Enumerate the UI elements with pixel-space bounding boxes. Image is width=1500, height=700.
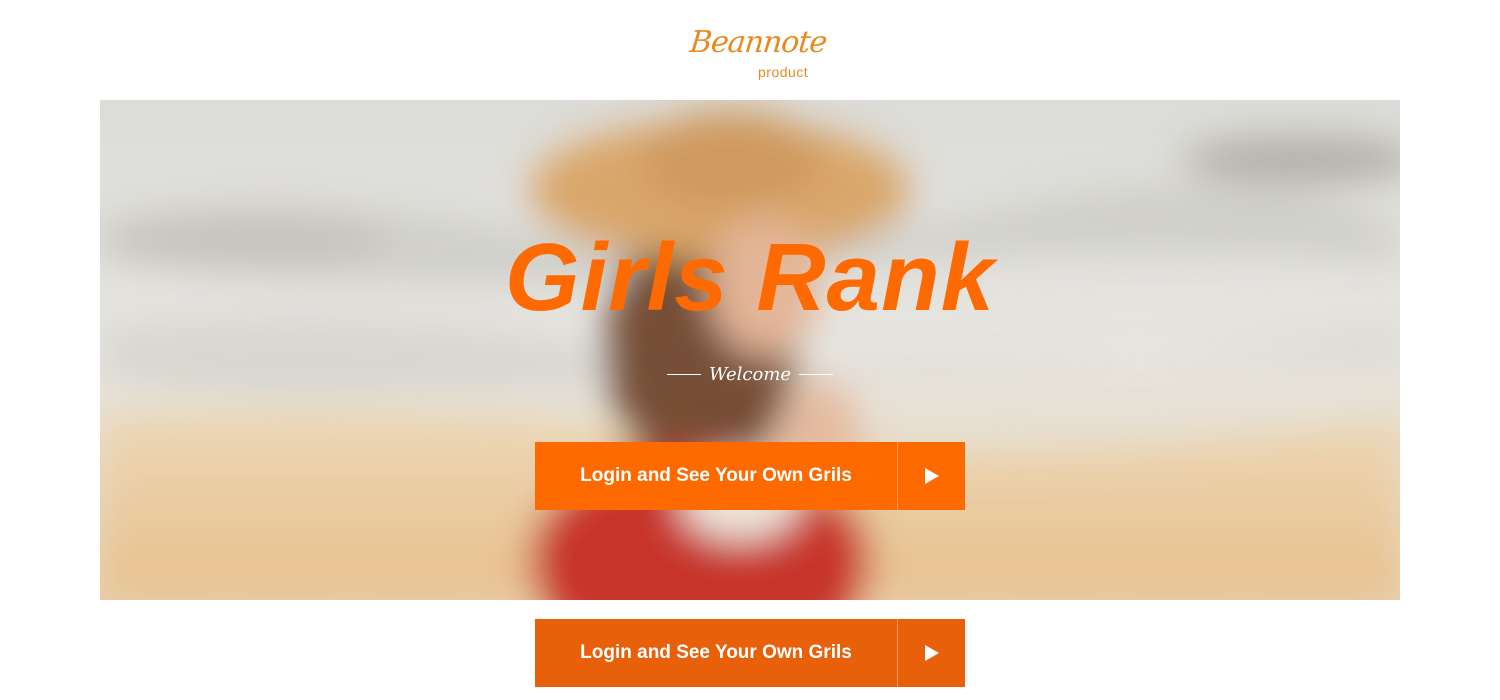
- login-button-label: Login and See Your Own Grils: [580, 465, 852, 486]
- login-button-secondary[interactable]: Login and See Your Own Grils: [535, 619, 965, 687]
- hero-banner: Girls Rank Welcome Login and See Your Ow…: [100, 100, 1400, 600]
- welcome-divider-left: [666, 374, 701, 375]
- play-arrow-icon: [898, 619, 965, 687]
- login-button-label: Login and See Your Own Grils: [580, 642, 852, 663]
- logo-subtitle: product: [758, 64, 809, 80]
- welcome-divider-right: [799, 374, 834, 375]
- welcome-text: Welcome: [708, 364, 792, 385]
- play-arrow-icon: [898, 442, 965, 510]
- logo-wordmark: Beannote: [688, 25, 829, 60]
- landing-page: Beannote product Girls Rank Welcome Logi…: [0, 0, 1500, 700]
- welcome-tagline: Welcome: [100, 364, 1400, 385]
- brand-logo[interactable]: Beannote product: [688, 25, 828, 88]
- login-button-primary[interactable]: Login and See Your Own Grils: [535, 442, 965, 510]
- hero-background-image: [100, 100, 1400, 600]
- hero-title: Girls Rank: [504, 224, 996, 331]
